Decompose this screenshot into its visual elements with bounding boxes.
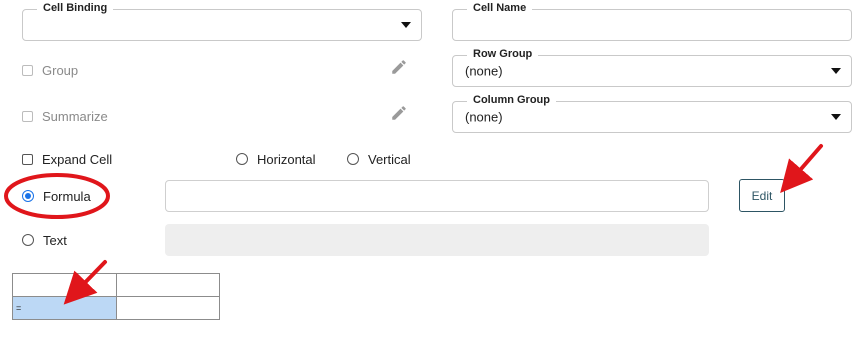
- horizontal-radio[interactable]: [236, 153, 248, 165]
- column-group-value: (none): [465, 109, 503, 125]
- pencil-icon[interactable]: [390, 58, 408, 76]
- summarize-option[interactable]: Summarize: [22, 108, 108, 124]
- grid-row: [12, 273, 220, 297]
- pencil-icon[interactable]: [390, 104, 408, 122]
- text-input: [165, 224, 709, 256]
- formula-label: Formula: [43, 188, 91, 204]
- edit-button[interactable]: Edit: [739, 179, 785, 212]
- grid-cell[interactable]: [116, 273, 220, 297]
- grid-cell-selected[interactable]: =: [12, 296, 117, 320]
- cell-grid: =: [12, 273, 220, 320]
- summarize-label: Summarize: [42, 108, 108, 124]
- grid-row: =: [12, 296, 220, 320]
- arrow-annotation: [780, 144, 823, 194]
- vertical-option[interactable]: Vertical: [347, 151, 411, 167]
- horizontal-option[interactable]: Horizontal: [236, 151, 316, 167]
- expand-cell-label: Expand Cell: [42, 151, 113, 167]
- vertical-radio[interactable]: [347, 153, 359, 165]
- text-label: Text: [43, 232, 67, 248]
- text-option[interactable]: Text: [22, 232, 67, 248]
- row-group-label: Row Group: [467, 47, 539, 61]
- cell-name-field[interactable]: Cell Name: [452, 1, 852, 41]
- grid-cell[interactable]: [116, 296, 220, 320]
- group-checkbox[interactable]: [22, 64, 33, 76]
- formula-option[interactable]: Formula: [22, 188, 91, 204]
- row-group-select[interactable]: Row Group (none): [452, 47, 852, 87]
- expand-cell-option[interactable]: Expand Cell: [22, 151, 112, 167]
- cell-name-label: Cell Name: [467, 1, 533, 15]
- formula-input[interactable]: [165, 180, 709, 212]
- grid-cell[interactable]: [12, 273, 117, 297]
- cell-binding-label: Cell Binding: [37, 1, 114, 15]
- text-radio[interactable]: [22, 234, 34, 246]
- horizontal-label: Horizontal: [257, 151, 316, 167]
- caret-down-icon: [831, 68, 841, 74]
- group-option[interactable]: Group: [22, 62, 78, 78]
- caret-down-icon: [831, 114, 841, 120]
- column-group-select[interactable]: Column Group (none): [452, 93, 852, 133]
- column-group-label: Column Group: [467, 93, 556, 107]
- caret-down-icon: [401, 22, 411, 28]
- expand-cell-checkbox[interactable]: [22, 153, 33, 165]
- cell-binding-select[interactable]: Cell Binding: [22, 1, 422, 41]
- row-group-value: (none): [465, 63, 503, 79]
- vertical-label: Vertical: [368, 151, 411, 167]
- group-label: Group: [42, 62, 79, 78]
- formula-radio[interactable]: [22, 190, 34, 202]
- summarize-checkbox[interactable]: [22, 110, 33, 122]
